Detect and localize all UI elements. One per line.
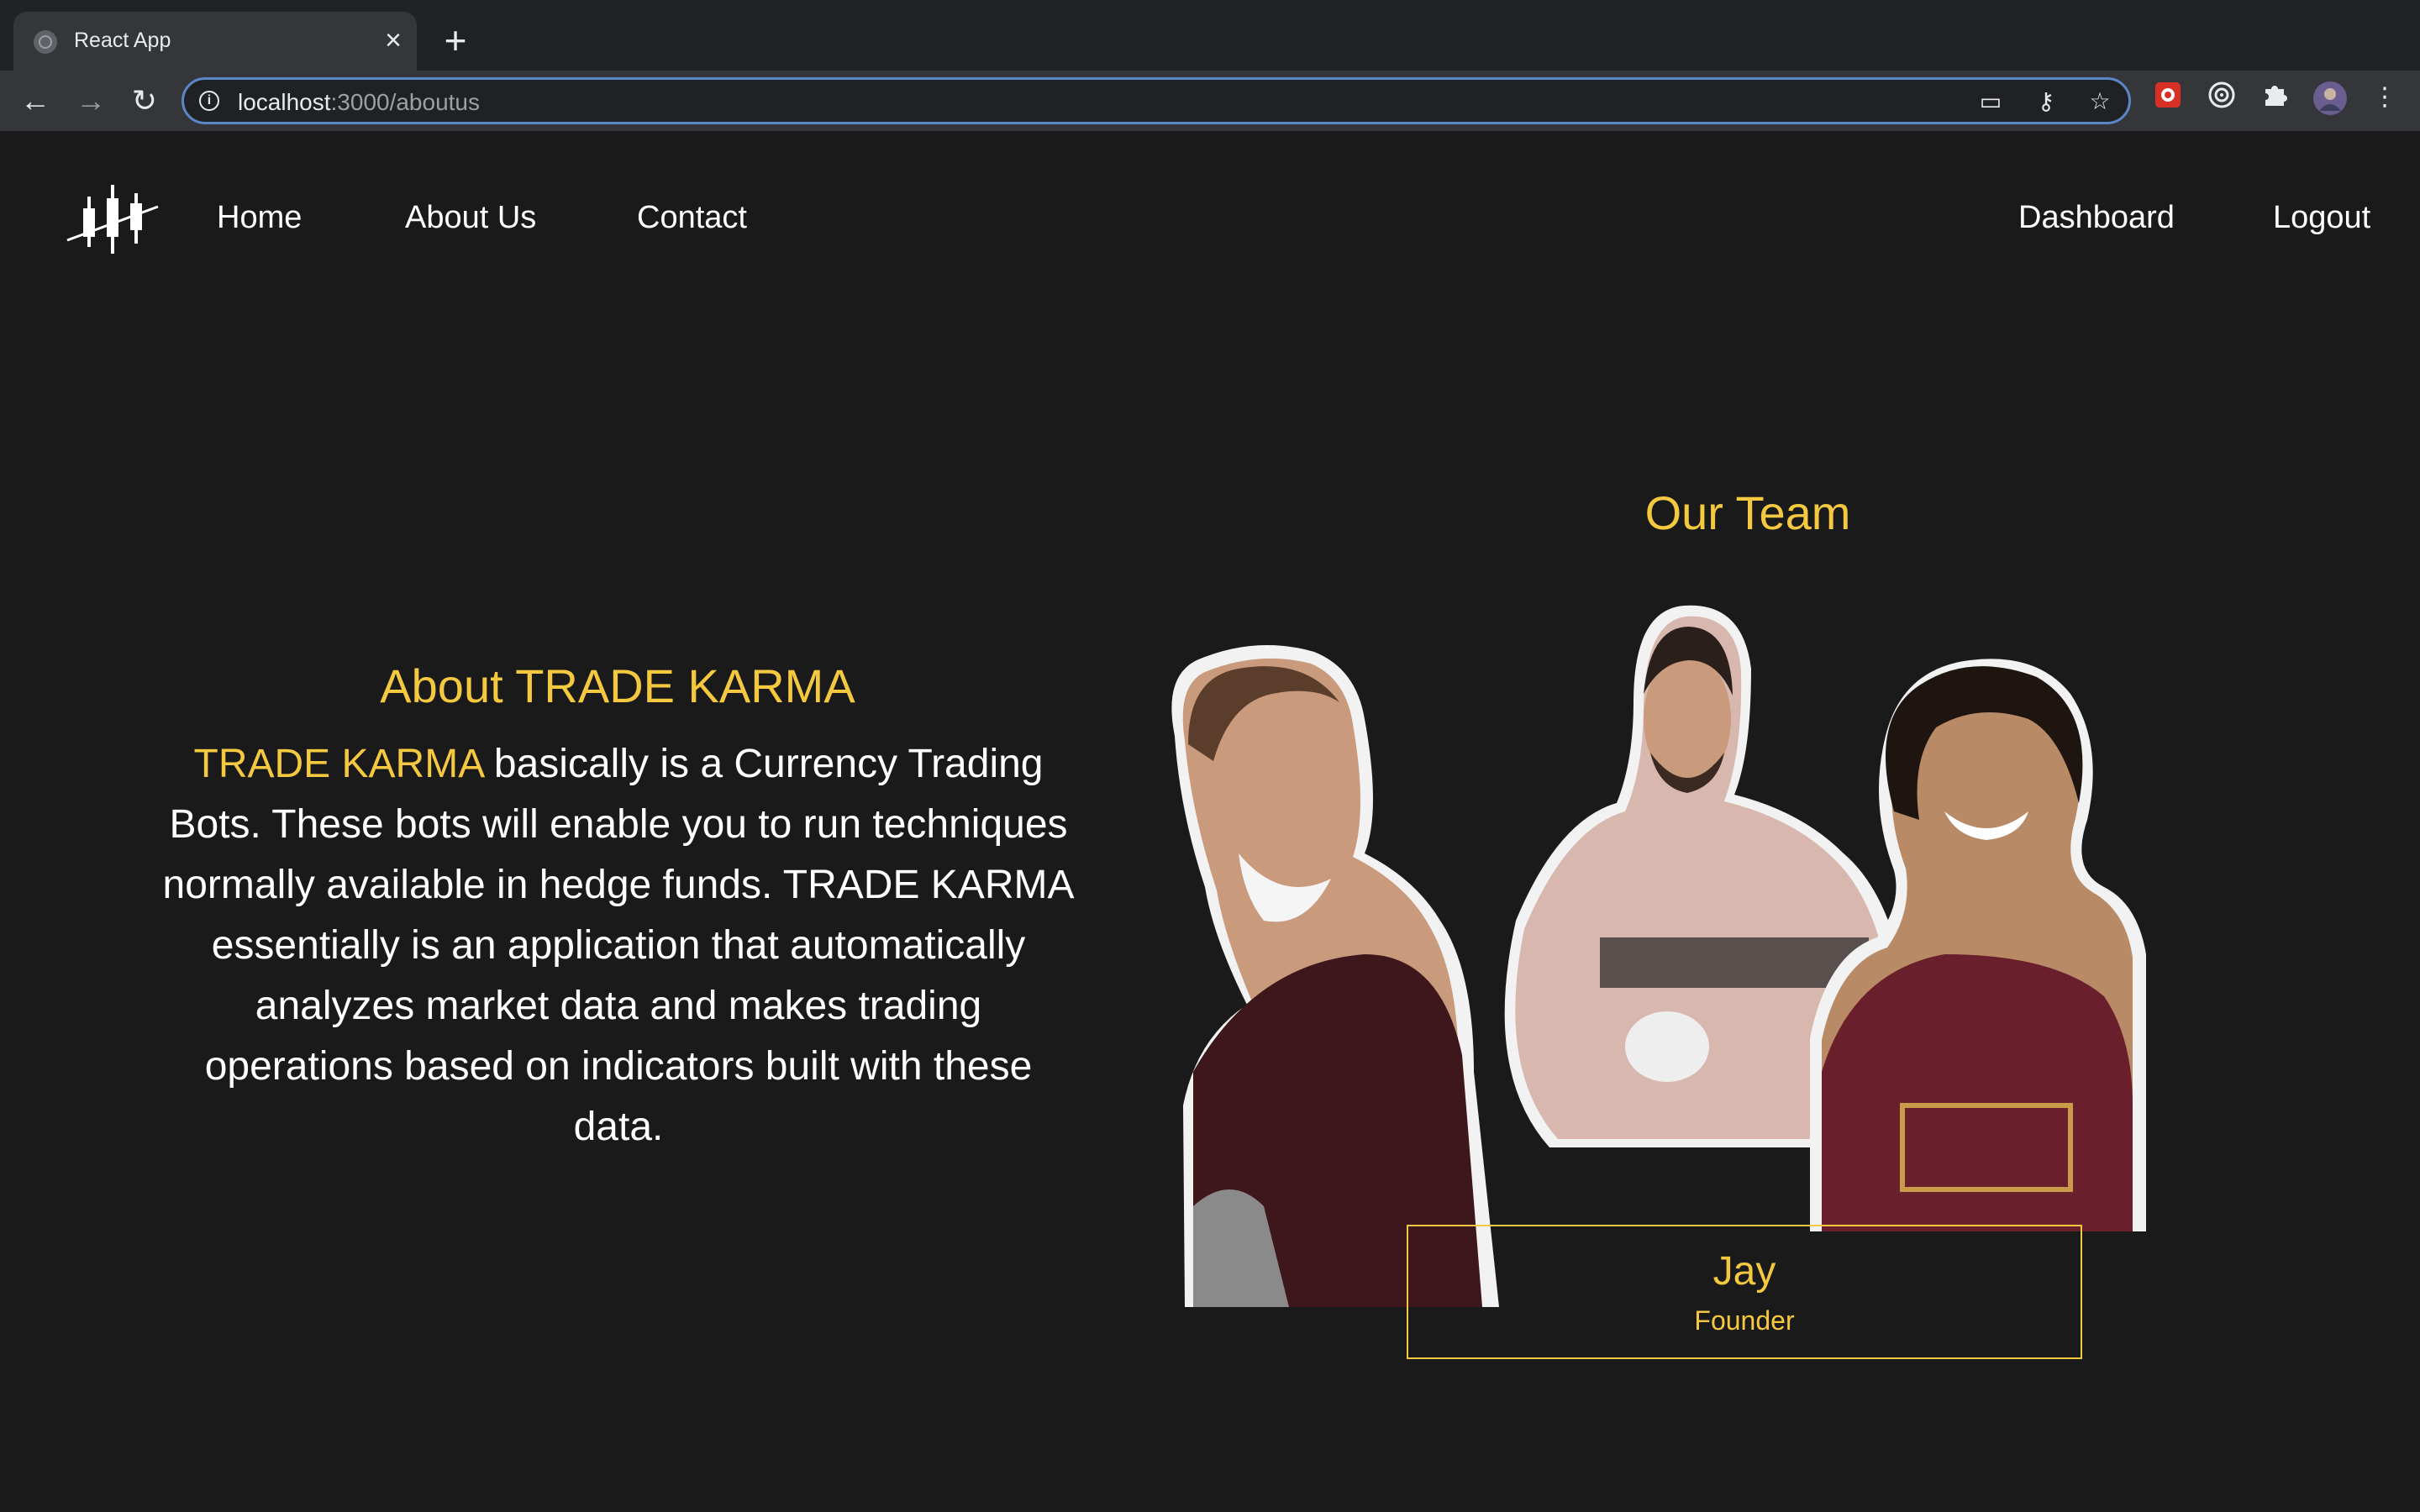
globe-icon [34, 30, 57, 54]
address-bar[interactable]: i localhost:3000/aboutus ▭ ⚷ ☆ [182, 77, 2131, 124]
brand-highlight: TRADE KARMA [193, 742, 483, 786]
close-tab-icon[interactable]: × [378, 25, 408, 55]
site-navbar: Home About Us Contact Dashboard Logout [0, 131, 2420, 299]
member-role: Founder [1694, 1305, 1795, 1336]
url-text[interactable]: localhost:3000/aboutus [238, 89, 480, 116]
about-description: TRADE KARMA basically is a Currency Trad… [156, 734, 1081, 1158]
url-path: :3000/aboutus [330, 89, 481, 115]
about-body: basically is a Currency Trading Bots. Th… [162, 742, 1075, 1149]
browser-chrome: React App × + ← → ↻ i localhost:3000/abo… [0, 0, 2420, 131]
key-icon[interactable]: ⚷ [2033, 88, 2060, 115]
about-title: About TRADE KARMA [380, 659, 855, 712]
team-member-left-photo [1171, 645, 1499, 1307]
profile-avatar-icon[interactable] [2312, 81, 2347, 115]
tab-title: React App [74, 29, 171, 52]
nav-dashboard-link[interactable]: Dashboard [2018, 200, 2175, 236]
back-button[interactable]: ← [17, 82, 54, 119]
browser-menu-icon[interactable]: ⋮ [2368, 81, 2402, 114]
team-photo [1163, 601, 2154, 1315]
nav-contact-link[interactable]: Contact [637, 200, 747, 236]
reload-button[interactable]: ↻ [126, 82, 163, 119]
target-extension-icon[interactable] [2205, 81, 2238, 114]
page: Home About Us Contact Dashboard Logout A… [0, 131, 2420, 1512]
puzzle-extensions-icon[interactable] [2259, 81, 2292, 114]
url-host: localhost [238, 89, 331, 115]
team-member-card: Jay Founder [1407, 1225, 2082, 1359]
site-info-icon[interactable]: i [199, 91, 219, 111]
bookmark-star-icon[interactable]: ☆ [2086, 88, 2113, 115]
candlestick-logo-icon[interactable] [66, 183, 165, 255]
browser-toolbar: ← → ↻ i localhost:3000/aboutus ▭ ⚷ ☆ ⋮ [0, 71, 2420, 131]
team-title: Our Team [1644, 486, 1851, 539]
new-tab-button[interactable]: + [439, 21, 472, 60]
forward-button[interactable]: → [72, 82, 109, 119]
nav-logout-link[interactable]: Logout [2273, 200, 2370, 236]
member-name: Jay [1712, 1249, 1776, 1294]
browser-tab[interactable]: React App × [13, 12, 417, 71]
nav-about-link[interactable]: About Us [405, 200, 536, 236]
nav-home-link[interactable]: Home [217, 200, 302, 236]
extension-red-icon[interactable] [2151, 81, 2185, 114]
cast-icon[interactable]: ▭ [1977, 88, 2004, 115]
